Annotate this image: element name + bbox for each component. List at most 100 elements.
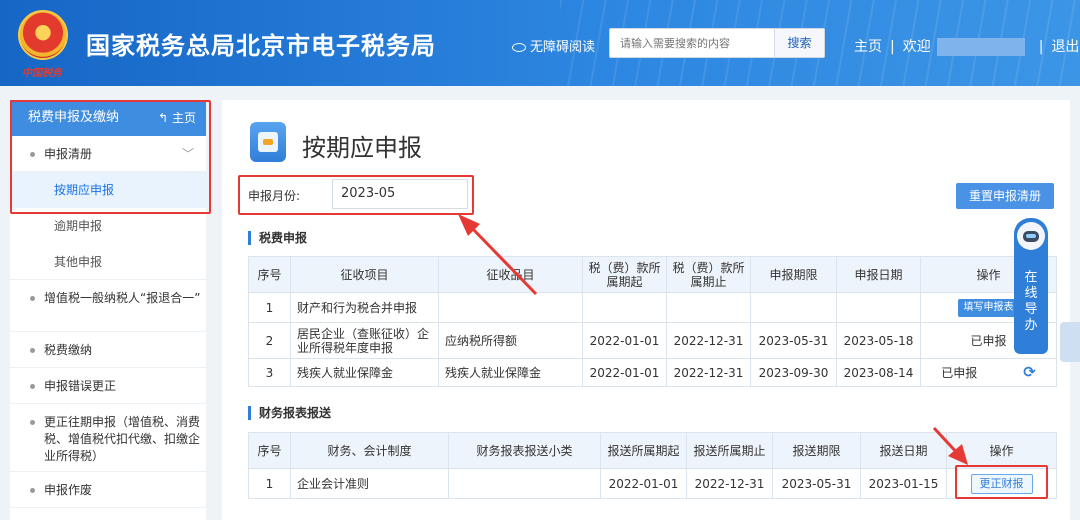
deadline: 2023-09-30 (750, 358, 837, 387)
section-title-finance: 财务报表报送 (248, 406, 331, 420)
main-panel: 按期应申报 申报月份: 2023-05 重置申报清册 税费申报 序号 征收项目 … (222, 100, 1070, 520)
deadline: 2023-05-31 (750, 322, 837, 359)
header-nav: 主页 | 欢迎 | 退出 (854, 36, 1079, 56)
deadline (750, 292, 837, 323)
bullet-icon (30, 384, 35, 389)
declare-date: 2023-08-14 (836, 358, 921, 387)
sidebar-item-overdue-declaration[interactable]: 逾期申报 (10, 208, 206, 244)
home-link[interactable]: 主页 (854, 39, 882, 55)
bullet-icon (30, 152, 35, 157)
table-row: 1 财产和行为税合并申报 填写申报表 (248, 292, 1057, 323)
tax-emblem-icon (18, 10, 68, 60)
bullet-icon (30, 296, 35, 301)
sidebar-item-declaration-list[interactable]: 申报清册 ﹀ (10, 136, 206, 172)
sidebar-item-label: 其他申报 (54, 255, 103, 269)
sidebar-item-past-correction[interactable]: 更正往期申报（增值税、消费税、增值税代扣代缴、扣缴企业所得税） (10, 404, 206, 472)
status-text: 已申报 (941, 366, 978, 380)
column-header: 报送所属期起 (600, 432, 687, 469)
column-header: 申报日期 (836, 256, 921, 293)
column-header: 税（费）款所属期起 (582, 256, 667, 293)
period-end: 2022-12-31 (666, 322, 751, 359)
sidebar-item-void-declaration[interactable]: 申报作废 (10, 472, 206, 508)
column-header: 征收项目 (290, 256, 439, 293)
sidebar-home-link[interactable]: ↰ 主页 (158, 100, 196, 136)
period-end: 2022-12-31 (686, 468, 773, 499)
levy-subitem: 残疾人就业保障金 (438, 358, 583, 387)
nav-separator: | (1038, 39, 1044, 55)
month-field[interactable]: 2023-05 (332, 179, 468, 209)
sidebar-item-other-declaration[interactable]: 其他申报 (10, 244, 206, 280)
column-header: 报送所属期止 (686, 432, 773, 469)
online-guide-label: 在线导办 (1024, 270, 1038, 333)
bullet-icon (30, 488, 35, 493)
masked-username (936, 38, 1025, 56)
accessibility-label: 无障碍阅读 (530, 40, 596, 55)
sidebar-header-label: 税费申报及缴纳 (28, 110, 120, 125)
welcome-text: 欢迎 (902, 39, 931, 55)
sidebar-item-tax-payment[interactable]: 税费缴纳 (10, 332, 206, 368)
report-subtype (448, 468, 601, 499)
sidebar-header: 税费申报及缴纳 ↰ 主页 (10, 100, 206, 136)
levy-item: 居民企业（查账征收）企业所得税年度申报 (290, 322, 439, 359)
declaration-book-icon (250, 122, 286, 162)
tax-declaration-table: 序号 征收项目 征收品目 税（费）款所属期起 税（费）款所属期止 申报期限 申报… (248, 256, 1057, 387)
return-arrow-icon: ↰ (158, 111, 169, 125)
period-start: 2022-01-01 (582, 358, 667, 387)
levy-item: 财产和行为税合并申报 (290, 292, 439, 323)
period-start: 2022-01-01 (600, 468, 687, 499)
report-date: 2023-01-15 (860, 468, 947, 499)
action-cell: 已申报 ⟳ (920, 358, 1057, 387)
sidebar-item-vat-general[interactable]: 增值税一般纳税人“报退合一” (10, 280, 206, 332)
fill-declaration-button[interactable]: 填写申报表 (957, 298, 1020, 317)
action-cell: 更正财报 (946, 468, 1057, 499)
period-end (666, 292, 751, 323)
column-header: 报送日期 (860, 432, 947, 469)
table-row: 2 居民企业（查账征收）企业所得税年度申报 应纳税所得额 2022-01-01 … (248, 322, 1057, 359)
sidebar: 税费申报及缴纳 ↰ 主页 申报清册 ﹀ 按期应申报 逾期申报 其他申报 增值税一… (10, 100, 206, 520)
section-title-tax: 税费申报 (248, 231, 307, 245)
reset-declaration-list-button[interactable]: 重置申报清册 (956, 183, 1054, 209)
column-header: 财务、会计制度 (290, 432, 449, 469)
row-number: 3 (248, 358, 291, 387)
sidebar-item-label: 申报错误更正 (44, 379, 117, 393)
logout-link[interactable]: 退出 (1051, 39, 1079, 55)
column-header: 序号 (248, 256, 291, 293)
sidebar-item-error-correction[interactable]: 申报错误更正 (10, 368, 206, 404)
site-header: 中国税务 国家税务总局北京市电子税务局 无障碍阅读 搜索 主页 | 欢迎 | 退出 (0, 0, 1080, 86)
row-number: 1 (248, 468, 291, 499)
table-header-row: 序号 征收项目 征收品目 税（费）款所属期起 税（费）款所属期止 申报期限 申报… (248, 256, 1057, 293)
accounting-system: 企业会计准则 (290, 468, 449, 499)
emblem-script-text: 中国税务 (22, 68, 62, 79)
sidebar-item-label: 申报清册 (44, 147, 93, 161)
financial-report-table: 序号 财务、会计制度 财务报表报送小类 报送所属期起 报送所属期止 报送期限 报… (248, 432, 1057, 499)
column-header: 报送期限 (772, 432, 861, 469)
table-row: 3 残疾人就业保障金 残疾人就业保障金 2022-01-01 2022-12-3… (248, 358, 1057, 387)
search-input[interactable] (610, 29, 776, 57)
levy-item: 残疾人就业保障金 (290, 358, 439, 387)
levy-subitem: 应纳税所得额 (438, 322, 583, 359)
column-header: 操作 (946, 432, 1057, 469)
sidebar-home-label: 主页 (171, 111, 196, 125)
column-header: 征收品目 (438, 256, 583, 293)
user-avatar-icon[interactable] (1060, 322, 1080, 362)
online-guide-widget[interactable]: 在线导办 (1014, 218, 1048, 354)
table-header-row: 序号 财务、会计制度 财务报表报送小类 报送所属期起 报送所属期止 报送期限 报… (248, 432, 1057, 469)
bullet-icon (30, 420, 35, 425)
sidebar-item-label: 申报作废 (44, 483, 93, 497)
refresh-icon[interactable]: ⟳ (1023, 365, 1036, 380)
period-start: 2022-01-01 (582, 322, 667, 359)
accessibility-link[interactable]: 无障碍阅读 (512, 36, 595, 55)
search-button[interactable]: 搜索 (774, 29, 824, 57)
table-row: 1 企业会计准则 2022-01-01 2022-12-31 2023-05-3… (248, 468, 1057, 499)
row-number: 1 (248, 292, 291, 323)
robot-assistant-icon (1017, 222, 1045, 250)
eye-icon (512, 43, 526, 52)
period-end: 2022-12-31 (666, 358, 751, 387)
site-title: 国家税务总局北京市电子税务局 (86, 32, 436, 60)
sidebar-item-label: 逾期申报 (54, 219, 103, 233)
levy-subitem (438, 292, 583, 323)
month-label: 申报月份: (248, 189, 301, 203)
column-header: 财务报表报送小类 (448, 432, 601, 469)
sidebar-item-scheduled-declaration[interactable]: 按期应申报 (10, 172, 206, 208)
correct-financial-report-button[interactable]: 更正财报 (970, 473, 1033, 494)
